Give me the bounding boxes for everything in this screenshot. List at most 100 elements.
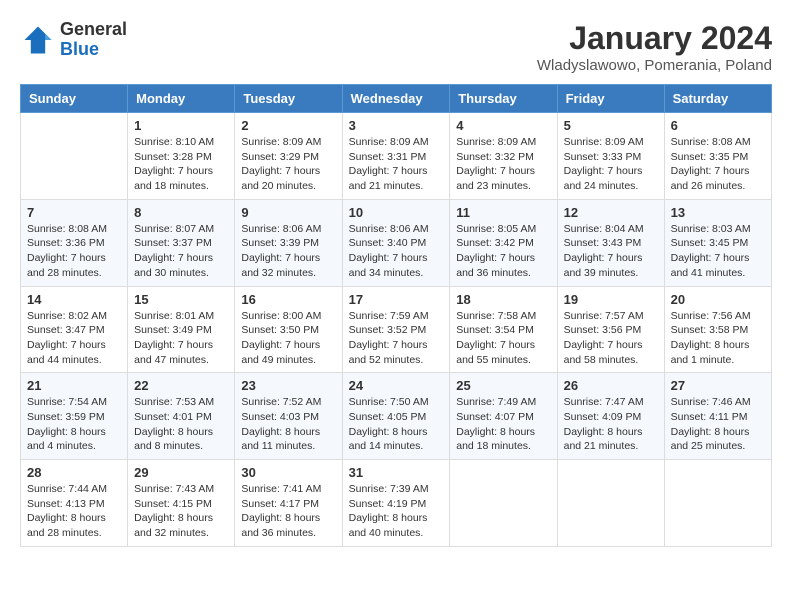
day-number: 17	[349, 292, 444, 307]
day-info: Sunrise: 8:10 AM Sunset: 3:28 PM Dayligh…	[134, 135, 228, 194]
day-info: Sunrise: 8:09 AM Sunset: 3:31 PM Dayligh…	[349, 135, 444, 194]
calendar-cell: 12Sunrise: 8:04 AM Sunset: 3:43 PM Dayli…	[557, 199, 664, 286]
calendar-cell: 10Sunrise: 8:06 AM Sunset: 3:40 PM Dayli…	[342, 199, 450, 286]
calendar-cell: 29Sunrise: 7:43 AM Sunset: 4:15 PM Dayli…	[128, 460, 235, 547]
calendar-cell: 19Sunrise: 7:57 AM Sunset: 3:56 PM Dayli…	[557, 286, 664, 373]
calendar-cell	[557, 460, 664, 547]
day-info: Sunrise: 8:00 AM Sunset: 3:50 PM Dayligh…	[241, 309, 335, 368]
calendar-cell: 16 Sunrise: 8:00 AM Sunset: 3:50 PM Dayli…	[235, 286, 342, 373]
day-number: 8	[134, 205, 228, 220]
calendar-cell	[664, 460, 771, 547]
day-info: Sunrise: 7:43 AM Sunset: 4:15 PM Dayligh…	[134, 482, 228, 541]
day-info: Sunrise: 7:56 AM Sunset: 3:58 PM Dayligh…	[671, 309, 765, 368]
calendar-cell: 1 Sunrise: 8:10 AM Sunset: 3:28 PM Daylig…	[128, 113, 235, 200]
day-number: 26	[564, 378, 658, 393]
day-number: 3	[349, 118, 444, 133]
title-block: January 2024 Wladyslawowo, Pomerania, Po…	[537, 20, 772, 74]
day-info: Sunrise: 8:02 AM Sunset: 3:47 PM Dayligh…	[27, 309, 121, 368]
calendar-cell: 31Sunrise: 7:39 AM Sunset: 4:19 PM Dayli…	[342, 460, 450, 547]
day-info: Sunrise: 7:52 AM Sunset: 4:03 PM Dayligh…	[241, 395, 335, 454]
day-number: 1	[134, 118, 228, 133]
day-info: Sunrise: 7:46 AM Sunset: 4:11 PM Dayligh…	[671, 395, 765, 454]
logo-icon	[20, 22, 56, 58]
calendar-week-4: 21 Sunrise: 7:54 AM Sunset: 3:59 PM Dayli…	[21, 373, 772, 460]
day-number: 9	[241, 205, 335, 220]
calendar-cell: 25 Sunrise: 7:49 AM Sunset: 4:07 PM Dayli…	[450, 373, 557, 460]
header-wednesday: Wednesday	[342, 85, 450, 113]
calendar-cell: 13 Sunrise: 8:03 AM Sunset: 3:45 PM Dayli…	[664, 199, 771, 286]
calendar-cell	[21, 113, 128, 200]
header-tuesday: Tuesday	[235, 85, 342, 113]
day-number: 18	[456, 292, 550, 307]
day-info: Sunrise: 7:49 AM Sunset: 4:07 PM Dayligh…	[456, 395, 550, 454]
header-monday: Monday	[128, 85, 235, 113]
location: Wladyslawowo, Pomerania, Poland	[537, 57, 772, 74]
calendar-cell: 26 Sunrise: 7:47 AM Sunset: 4:09 PM Dayli…	[557, 373, 664, 460]
day-number: 12	[564, 205, 658, 220]
calendar-week-3: 14 Sunrise: 8:02 AM Sunset: 3:47 PM Dayli…	[21, 286, 772, 373]
calendar-cell: 9 Sunrise: 8:06 AM Sunset: 3:39 PM Daylig…	[235, 199, 342, 286]
day-info: Sunrise: 7:44 AM Sunset: 4:13 PM Dayligh…	[27, 482, 121, 541]
logo-general: General	[60, 20, 127, 40]
calendar-cell: 28 Sunrise: 7:44 AM Sunset: 4:13 PM Dayli…	[21, 460, 128, 547]
day-number: 20	[671, 292, 765, 307]
day-info: Sunrise: 8:05 AM Sunset: 3:42 PM Dayligh…	[456, 222, 550, 281]
calendar-table: SundayMondayTuesdayWednesdayThursdayFrid…	[20, 84, 772, 547]
header-friday: Friday	[557, 85, 664, 113]
header-thursday: Thursday	[450, 85, 557, 113]
day-info: Sunrise: 8:09 AM Sunset: 3:29 PM Dayligh…	[241, 135, 335, 194]
day-number: 5	[564, 118, 658, 133]
day-info: Sunrise: 8:03 AM Sunset: 3:45 PM Dayligh…	[671, 222, 765, 281]
day-number: 13	[671, 205, 765, 220]
day-info: Sunrise: 8:06 AM Sunset: 3:39 PM Dayligh…	[241, 222, 335, 281]
day-number: 25	[456, 378, 550, 393]
day-number: 7	[27, 205, 121, 220]
day-number: 28	[27, 465, 121, 480]
day-info: Sunrise: 7:58 AM Sunset: 3:54 PM Dayligh…	[456, 309, 550, 368]
day-info: Sunrise: 8:08 AM Sunset: 3:36 PM Dayligh…	[27, 222, 121, 281]
day-info: Sunrise: 7:54 AM Sunset: 3:59 PM Dayligh…	[27, 395, 121, 454]
calendar-cell: 7 Sunrise: 8:08 AM Sunset: 3:36 PM Daylig…	[21, 199, 128, 286]
day-number: 27	[671, 378, 765, 393]
header-saturday: Saturday	[664, 85, 771, 113]
day-info: Sunrise: 7:47 AM Sunset: 4:09 PM Dayligh…	[564, 395, 658, 454]
calendar-cell: 11 Sunrise: 8:05 AM Sunset: 3:42 PM Dayli…	[450, 199, 557, 286]
day-info: Sunrise: 8:08 AM Sunset: 3:35 PM Dayligh…	[671, 135, 765, 194]
calendar-cell: 17 Sunrise: 7:59 AM Sunset: 3:52 PM Dayli…	[342, 286, 450, 373]
day-info: Sunrise: 7:50 AM Sunset: 4:05 PM Dayligh…	[349, 395, 444, 454]
day-info: Sunrise: 7:53 AM Sunset: 4:01 PM Dayligh…	[134, 395, 228, 454]
calendar-week-1: 1 Sunrise: 8:10 AM Sunset: 3:28 PM Daylig…	[21, 113, 772, 200]
calendar-week-2: 7 Sunrise: 8:08 AM Sunset: 3:36 PM Daylig…	[21, 199, 772, 286]
page-header: General Blue January 2024 Wladyslawowo, …	[20, 20, 772, 74]
day-number: 2	[241, 118, 335, 133]
day-info: Sunrise: 8:07 AM Sunset: 3:37 PM Dayligh…	[134, 222, 228, 281]
day-number: 21	[27, 378, 121, 393]
day-number: 24	[349, 378, 444, 393]
calendar-cell: 15Sunrise: 8:01 AM Sunset: 3:49 PM Dayli…	[128, 286, 235, 373]
day-info: Sunrise: 8:06 AM Sunset: 3:40 PM Dayligh…	[349, 222, 444, 281]
day-info: Sunrise: 8:09 AM Sunset: 3:32 PM Dayligh…	[456, 135, 550, 194]
day-info: Sunrise: 8:09 AM Sunset: 3:33 PM Dayligh…	[564, 135, 658, 194]
day-number: 31	[349, 465, 444, 480]
calendar-cell: 5 Sunrise: 8:09 AM Sunset: 3:33 PM Daylig…	[557, 113, 664, 200]
day-info: Sunrise: 8:01 AM Sunset: 3:49 PM Dayligh…	[134, 309, 228, 368]
day-number: 22	[134, 378, 228, 393]
calendar-cell: 2 Sunrise: 8:09 AM Sunset: 3:29 PM Daylig…	[235, 113, 342, 200]
header-sunday: Sunday	[21, 85, 128, 113]
calendar-cell: 27 Sunrise: 7:46 AM Sunset: 4:11 PM Dayli…	[664, 373, 771, 460]
calendar-cell: 14 Sunrise: 8:02 AM Sunset: 3:47 PM Dayli…	[21, 286, 128, 373]
calendar-cell: 22 Sunrise: 7:53 AM Sunset: 4:01 PM Dayli…	[128, 373, 235, 460]
calendar-cell	[450, 460, 557, 547]
day-number: 30	[241, 465, 335, 480]
calendar-cell: 23 Sunrise: 7:52 AM Sunset: 4:03 PM Dayli…	[235, 373, 342, 460]
calendar-cell: 30Sunrise: 7:41 AM Sunset: 4:17 PM Dayli…	[235, 460, 342, 547]
day-number: 23	[241, 378, 335, 393]
day-info: Sunrise: 7:59 AM Sunset: 3:52 PM Dayligh…	[349, 309, 444, 368]
calendar-cell: 4 Sunrise: 8:09 AM Sunset: 3:32 PM Daylig…	[450, 113, 557, 200]
day-info: Sunrise: 7:57 AM Sunset: 3:56 PM Dayligh…	[564, 309, 658, 368]
day-number: 14	[27, 292, 121, 307]
day-number: 16	[241, 292, 335, 307]
day-number: 11	[456, 205, 550, 220]
day-number: 4	[456, 118, 550, 133]
day-number: 6	[671, 118, 765, 133]
